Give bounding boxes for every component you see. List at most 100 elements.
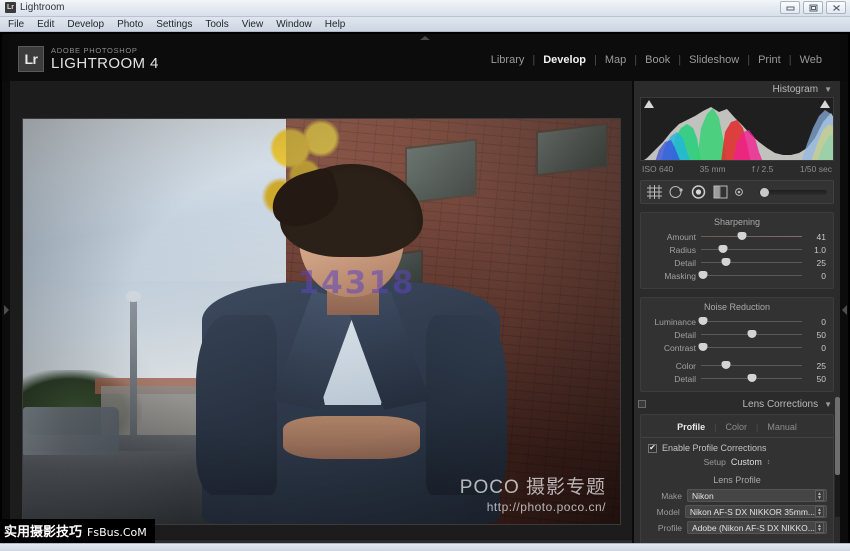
slider-knob[interactable] (698, 343, 708, 351)
spot-removal-icon[interactable] (669, 185, 684, 199)
setup-row[interactable]: Setup Custom ↕ (641, 457, 833, 467)
setup-stepper-icon[interactable]: ↕ (767, 459, 771, 466)
left-panel-toggle[interactable] (2, 81, 10, 539)
slider-nr-luminance-detail[interactable]: Detail 50 (641, 328, 833, 341)
menu-bar: File Edit Develop Photo Settings Tools V… (0, 17, 850, 32)
highlight-clipping-icon[interactable] (820, 100, 830, 108)
slider-track[interactable] (698, 271, 802, 279)
watermark-poco-url: http://photo.poco.cn/ (486, 500, 606, 514)
lens-model-row[interactable]: Model Nikon AF-S DX NIKKOR 35mm... ▲ ▼ (641, 505, 833, 518)
lens-make-label: Make (661, 490, 682, 501)
lens-tab-profile[interactable]: Profile (668, 422, 714, 432)
slider-track[interactable] (701, 361, 802, 369)
menu-item-develop[interactable]: Develop (67, 19, 104, 30)
watermark-poco-title: POCO 摄影专题 (459, 477, 606, 498)
photo-vignette (23, 119, 620, 524)
image-canvas[interactable]: 14318 POCO 摄影专题 http://photo.poco.cn/ (10, 81, 632, 539)
right-panel: Histogram ▼ ISO 640 35 mm f / 2.5 1/50 s… (634, 81, 840, 551)
histogram-title: Histogram (772, 83, 819, 95)
shadow-clipping-icon[interactable] (644, 100, 654, 108)
histogram-panel-header[interactable]: Histogram ▼ (634, 81, 840, 97)
slider-knob[interactable] (718, 245, 728, 253)
photo-preview[interactable]: 14318 POCO 摄影专题 http://photo.poco.cn/ (23, 119, 620, 524)
right-panel-toggle[interactable] (840, 81, 848, 539)
slider-sharpening-radius[interactable]: Radius 1.0 (641, 243, 833, 256)
close-button[interactable] (826, 1, 846, 14)
lens-corrections-title: Lens Corrections (742, 398, 819, 410)
slider-track[interactable] (698, 317, 802, 325)
stepper-icon[interactable]: ▲ ▼ (815, 490, 824, 501)
lens-profile-select[interactable]: Adobe (Nikon AF-S DX NIKKO... ▲ ▼ (687, 521, 827, 534)
chevron-up-icon (420, 36, 430, 40)
module-tab-web[interactable]: Web (792, 54, 830, 66)
scrollbar-thumb[interactable] (835, 397, 840, 475)
lens-model-value: Nikon AF-S DX NIKKOR 35mm... (689, 506, 815, 517)
slider-sharpening-amount[interactable]: Amount 41 (641, 230, 833, 243)
top-panel-toggle[interactable] (10, 34, 840, 42)
graduated-filter-icon[interactable] (713, 185, 728, 199)
menu-item-window[interactable]: Window (276, 19, 312, 30)
menu-item-photo[interactable]: Photo (117, 19, 143, 30)
module-tab-library[interactable]: Library (483, 54, 533, 66)
red-eye-icon[interactable] (691, 185, 706, 199)
slider-track[interactable] (701, 258, 802, 266)
histogram-graph[interactable] (640, 97, 834, 161)
slider-knob[interactable] (737, 232, 747, 240)
slider-value: 25 (816, 257, 826, 268)
chevron-down-icon[interactable]: ▼ (824, 85, 832, 94)
lens-tab-manual[interactable]: Manual (758, 422, 806, 432)
menu-item-file[interactable]: File (8, 19, 24, 30)
slider-knob[interactable] (747, 374, 756, 382)
module-tab-map[interactable]: Map (597, 54, 634, 66)
slider-track[interactable] (698, 343, 802, 351)
maximize-button[interactable] (803, 1, 823, 14)
minimize-button[interactable] (780, 1, 800, 14)
slider-nr-color-detail[interactable]: Detail 50 (641, 372, 833, 385)
menu-item-tools[interactable]: Tools (205, 19, 228, 30)
slider-label: Detail (674, 373, 696, 384)
slider-track[interactable] (701, 245, 802, 253)
site-watermark: 实用摄影技巧 FsBus.CoM (0, 519, 155, 543)
slider-track[interactable] (701, 374, 802, 382)
adjustment-brush-icon[interactable] (735, 186, 748, 198)
slider-nr-luminance[interactable]: Luminance 0 (641, 315, 833, 328)
setup-value[interactable]: Custom (731, 457, 762, 467)
slider-knob[interactable] (698, 317, 708, 325)
lens-make-select[interactable]: Nikon ▲ ▼ (687, 489, 827, 502)
slider-nr-luminance-contrast[interactable]: Contrast 0 (641, 341, 833, 354)
right-panel-scrollbar[interactable] (835, 397, 840, 517)
lens-tab-color[interactable]: Color (716, 422, 756, 432)
slider-knob[interactable] (721, 258, 731, 266)
chevron-down-icon[interactable]: ▼ (824, 400, 832, 409)
slider-sharpening-masking[interactable]: Masking 0 (641, 269, 833, 282)
slider-knob[interactable] (747, 330, 756, 338)
slider-label: Contrast (663, 342, 696, 353)
module-tab-slideshow[interactable]: Slideshow (681, 54, 747, 66)
stepper-icon[interactable]: ▲ ▼ (815, 522, 824, 533)
lens-make-row[interactable]: Make Nikon ▲ ▼ (641, 489, 833, 502)
stepper-icon[interactable]: ▲ ▼ (815, 506, 824, 517)
module-tab-develop[interactable]: Develop (535, 54, 594, 66)
slider-track[interactable] (701, 232, 802, 240)
menu-item-help[interactable]: Help (325, 19, 346, 30)
enable-profile-corrections-checkbox[interactable]: ✔ (648, 443, 657, 453)
brush-size-slider[interactable] (759, 187, 827, 197)
lens-profile-row[interactable]: Profile Adobe (Nikon AF-S DX NIKKO... ▲ ▼ (641, 521, 833, 534)
menu-item-edit[interactable]: Edit (37, 19, 54, 30)
slider-nr-color[interactable]: Color 25 (641, 359, 833, 372)
lens-corrections-header[interactable]: Lens Corrections ▼ (634, 396, 840, 412)
module-tab-book[interactable]: Book (637, 54, 678, 66)
lens-corrections-switch[interactable] (638, 400, 646, 408)
enable-profile-corrections-row[interactable]: ✔ Enable Profile Corrections (641, 443, 833, 453)
lens-model-select[interactable]: Nikon AF-S DX NIKKOR 35mm... ▲ ▼ (684, 505, 827, 518)
menu-item-settings[interactable]: Settings (156, 19, 192, 30)
slider-knob[interactable] (721, 361, 731, 369)
crop-overlay-icon[interactable] (647, 185, 662, 199)
lens-profile-label: Profile (657, 522, 682, 533)
slider-knob[interactable] (698, 271, 708, 279)
slider-track[interactable] (701, 330, 802, 338)
module-tab-print[interactable]: Print (750, 54, 789, 66)
menu-item-view[interactable]: View (242, 19, 264, 30)
chevron-right-icon (3, 305, 9, 315)
slider-sharpening-detail[interactable]: Detail 25 (641, 256, 833, 269)
